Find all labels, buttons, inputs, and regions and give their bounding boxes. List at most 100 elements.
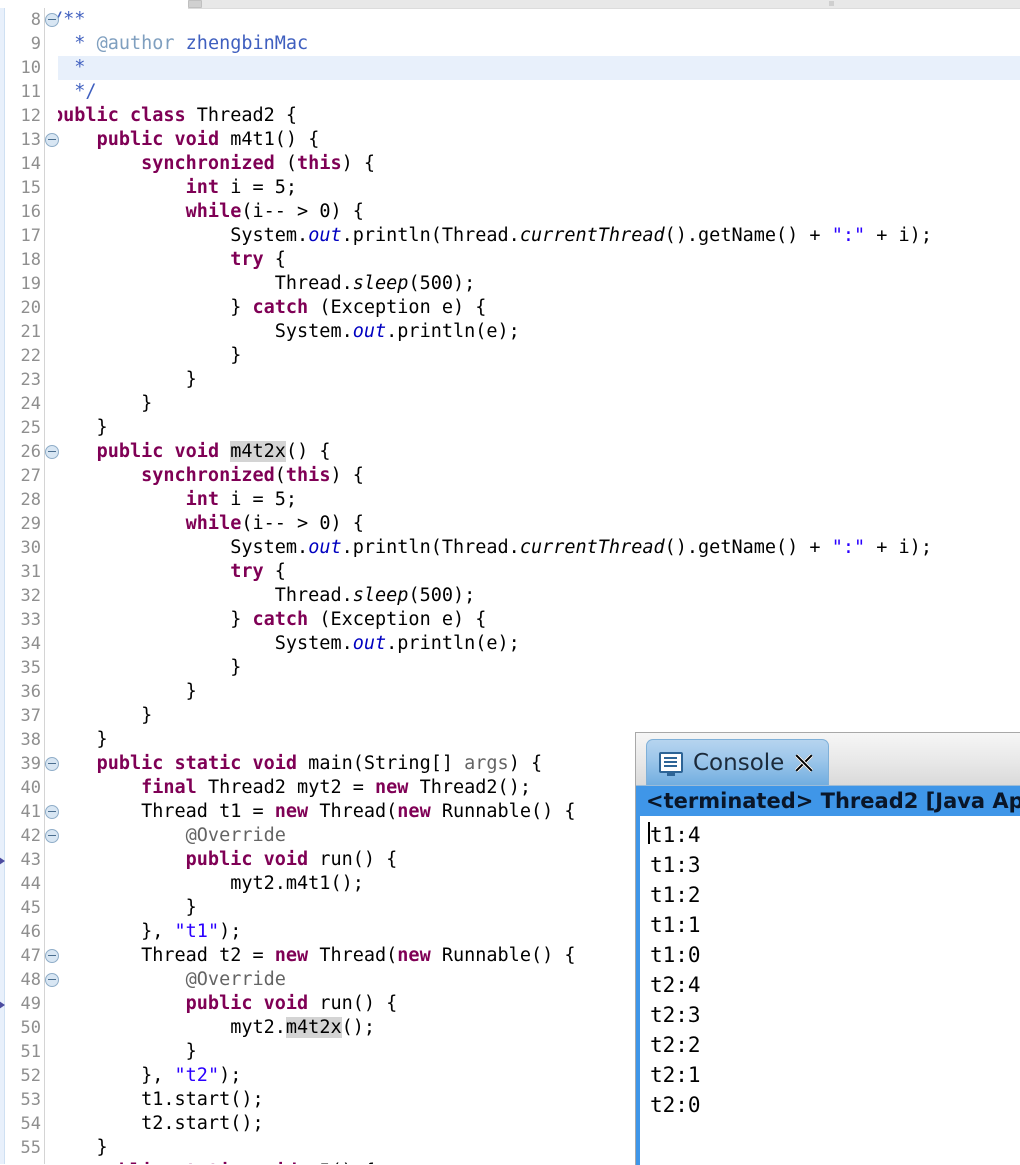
console-tab-bar[interactable]: Console (636, 733, 1020, 786)
collapse-fold-icon[interactable] (45, 973, 59, 987)
code-line-37[interactable]: } (48, 704, 1020, 728)
code-line-36[interactable]: } (48, 680, 1020, 704)
collapse-fold-icon[interactable] (45, 949, 59, 963)
code-token: i = 5; (219, 177, 298, 198)
line-number-22: 22 (0, 344, 44, 368)
code-line-22[interactable]: } (48, 344, 1020, 368)
code-line-33[interactable]: } catch (Exception e) { (48, 608, 1020, 632)
code-token: this (297, 153, 342, 174)
line-number-32: 32 (0, 584, 44, 608)
code-token: t2.start(); (52, 1113, 264, 1134)
line-number-label: 32 (20, 586, 41, 606)
code-line-21[interactable]: System.out.println(e); (48, 320, 1020, 344)
line-number-13: 13 (0, 128, 59, 152)
line-number-label: 48 (20, 970, 41, 990)
line-number-34: 34 (0, 632, 44, 656)
code-line-18[interactable]: try { (48, 248, 1020, 272)
code-token: () { (285, 441, 331, 462)
line-number-label: 26 (20, 442, 41, 462)
code-token: System. (52, 633, 353, 654)
code-line-9[interactable]: * @author zhengbinMac (48, 32, 1020, 56)
folding-ruler[interactable] (44, 8, 58, 1164)
code-token: catch (252, 297, 309, 318)
line-number-33: 33 (0, 608, 44, 632)
editor-horizontal-scrollbar[interactable] (0, 0, 1020, 9)
line-number-48: 48 (0, 968, 59, 992)
code-token: synchronized (141, 465, 275, 486)
code-line-11[interactable]: */ (48, 80, 1020, 104)
override-marker-icon[interactable] (0, 857, 5, 865)
code-line-25[interactable]: } (48, 416, 1020, 440)
code-line-24[interactable]: } (48, 392, 1020, 416)
code-line-27[interactable]: synchronized(this) { (48, 464, 1020, 488)
code-token: sleep (352, 585, 409, 606)
collapse-fold-icon[interactable] (45, 133, 59, 147)
code-token: ) { (508, 753, 543, 774)
collapse-fold-icon[interactable] (45, 445, 59, 459)
line-number-31: 31 (0, 560, 44, 584)
code-token: ); (219, 1065, 242, 1086)
editor-gutter[interactable]: 8 9 10 11 12 13 14 15 16 17 18 19 20 21 22 23 24 25 26 27 28… (0, 8, 59, 1164)
line-number-label: 9 (30, 34, 41, 54)
code-token: run() { (308, 993, 398, 1014)
code-token: Runnable() { (430, 801, 576, 822)
code-line-8[interactable]: /** (48, 8, 1020, 32)
code-token: args (464, 753, 509, 774)
line-number-label: 13 (20, 130, 41, 150)
code-line-28[interactable]: int i = 5; (48, 488, 1020, 512)
collapse-fold-icon[interactable] (45, 829, 59, 843)
code-line-26[interactable]: public void m4t2x() { (48, 440, 1020, 464)
code-token: } (52, 297, 253, 318)
code-line-16[interactable]: while(i-- > 0) { (48, 200, 1020, 224)
code-token: */ (52, 81, 97, 102)
code-token: Thread. (52, 273, 353, 294)
scrollbar-track[interactable] (188, 0, 1020, 9)
line-number-label: 29 (20, 514, 41, 534)
code-line-17[interactable]: System.out.println(Thread.currentThread(… (48, 224, 1020, 248)
code-line-19[interactable]: Thread.sleep(500); (48, 272, 1020, 296)
code-token: System. (52, 225, 309, 246)
console-view[interactable]: Console <terminated> Thread2 [Java Appli… (635, 732, 1020, 1165)
code-line-12[interactable]: public class Thread2 { (48, 104, 1020, 128)
code-line-15[interactable]: int i = 5; (48, 176, 1020, 200)
close-icon[interactable] (794, 753, 814, 773)
code-line-32[interactable]: Thread.sleep(500); (48, 584, 1020, 608)
collapse-fold-icon[interactable] (45, 805, 59, 819)
code-line-34[interactable]: System.out.println(e); (48, 632, 1020, 656)
console-output-area[interactable]: t1:4 t1:3 t1:2 t1:1 t1:0 t2:4 t2:3 t2:2 t2:1 t2:0 (636, 816, 1020, 1165)
code-token: Thread t1 = (52, 801, 275, 822)
code-line-31[interactable]: try { (48, 560, 1020, 584)
code-line-30[interactable]: System.out.println(Thread.currentThread(… (48, 536, 1020, 560)
code-line-35[interactable]: } (48, 656, 1020, 680)
code-line-20[interactable]: } catch (Exception e) { (48, 296, 1020, 320)
code-token: out (308, 225, 342, 246)
code-token: new (274, 945, 309, 966)
collapse-fold-icon[interactable] (45, 757, 59, 771)
line-number-24: 24 (0, 392, 44, 416)
code-token: public void (185, 993, 309, 1014)
code-line-29[interactable]: while(i-- > 0) { (48, 512, 1020, 536)
code-token: } (52, 417, 108, 438)
line-number-label: 43 (20, 850, 41, 870)
scrollbar-thumb[interactable] (188, 0, 202, 8)
line-number-23: 23 (0, 368, 44, 392)
tab-console[interactable]: Console (646, 739, 830, 785)
tab-console-label: Console (693, 749, 785, 776)
code-line-23[interactable]: } (48, 368, 1020, 392)
code-line-14[interactable]: synchronized (this) { (48, 152, 1020, 176)
override-marker-icon[interactable] (0, 1001, 5, 1009)
code-token: } (52, 1137, 108, 1158)
code-line-13[interactable]: public void m4t1() { (48, 128, 1020, 152)
line-number-27: 27 (0, 464, 44, 488)
code-token: } (52, 609, 253, 630)
collapse-fold-icon[interactable] (45, 13, 59, 27)
code-token: } (52, 1041, 197, 1062)
line-number-18: 18 (0, 248, 44, 272)
code-token: new (375, 777, 409, 798)
code-line-10[interactable]: * (48, 56, 1020, 80)
